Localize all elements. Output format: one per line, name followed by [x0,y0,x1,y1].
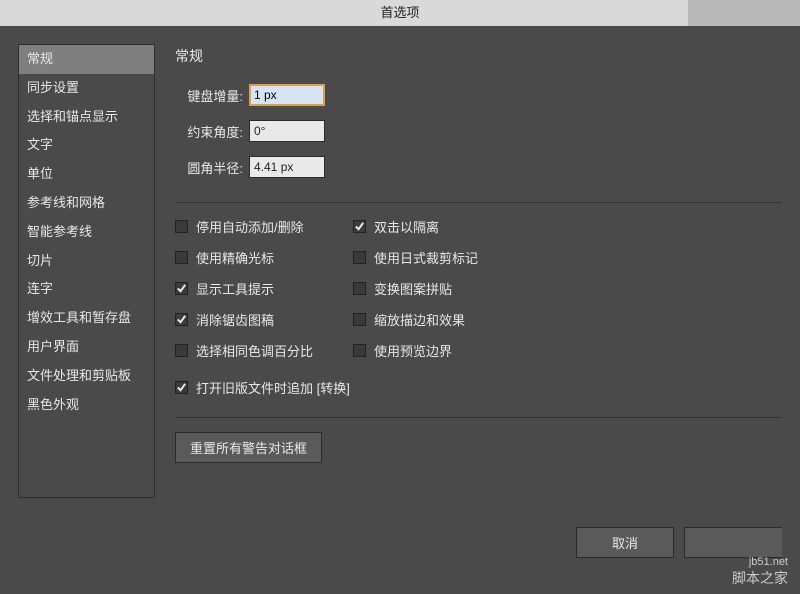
sidebar-item-6[interactable]: 智能参考线 [19,218,154,247]
corner-radius-input[interactable] [249,156,325,178]
check-left-2-checkbox[interactable] [175,282,188,295]
check-left-0-label: 停用自动添加/删除 [196,217,304,236]
check-right-3[interactable]: 缩放描边和效果 [353,310,478,329]
sidebar-item-7[interactable]: 切片 [19,247,154,276]
cancel-button[interactable]: 取消 [576,527,674,558]
corner-radius-label: 圆角半径: [175,158,243,177]
titlebar: 首选项 [0,0,800,26]
check-left-0[interactable]: 停用自动添加/删除 [175,217,313,236]
checks-left-col: 停用自动添加/删除使用精确光标显示工具提示消除锯齿图稿选择相同色调百分比 [175,217,313,360]
check-right-3-label: 缩放描边和效果 [374,310,465,329]
keyboard-increment-input[interactable] [249,84,325,106]
divider [175,202,782,203]
check-right-2[interactable]: 变换图案拼贴 [353,279,478,298]
check-left-0-checkbox[interactable] [175,220,188,233]
check-right-4-checkbox[interactable] [353,344,366,357]
check-right-0[interactable]: 双击以隔离 [353,217,478,236]
sidebar-item-10[interactable]: 用户界面 [19,333,154,362]
section-title: 常规 [175,46,782,66]
watermark-line2: 脚本之家 [732,568,788,588]
check-left-3[interactable]: 消除锯齿图稿 [175,310,313,329]
check-left-1-checkbox[interactable] [175,251,188,264]
check-right-2-label: 变换图案拼贴 [374,279,452,298]
check-left-4[interactable]: 选择相同色调百分比 [175,341,313,360]
field-keyboard-increment: 键盘增量: [175,84,782,106]
watermark: jb51.net 脚本之家 [732,556,788,588]
bottom-bar: 取消 [576,527,782,558]
check-left-2[interactable]: 显示工具提示 [175,279,313,298]
check-left-3-checkbox[interactable] [175,313,188,326]
main-panel: 常规 键盘增量: 约束角度: 圆角半径: 停用自动添加/删除使用精确光标显示工具… [155,44,782,498]
check-left-2-label: 显示工具提示 [196,279,274,298]
field-corner-radius: 圆角半径: [175,156,782,178]
check-left-1-label: 使用精确光标 [196,248,274,267]
checks-grid: 停用自动添加/删除使用精确光标显示工具提示消除锯齿图稿选择相同色调百分比 双击以… [175,217,782,360]
check-full-row: 打开旧版文件时追加 [转换] [175,378,782,397]
check-left-4-label: 选择相同色调百分比 [196,341,313,360]
checks-right-col: 双击以隔离使用日式裁剪标记变换图案拼贴缩放描边和效果使用预览边界 [353,217,478,360]
constrain-angle-label: 约束角度: [175,122,243,141]
fields-group: 键盘增量: 约束角度: 圆角半径: [175,84,782,178]
sidebar-item-4[interactable]: 单位 [19,160,154,189]
check-left-3-label: 消除锯齿图稿 [196,310,274,329]
content: 常规同步设置选择和锚点显示文字单位参考线和网格智能参考线切片连字增效工具和暂存盘… [0,26,800,498]
ok-button-partial[interactable] [684,527,782,558]
check-right-0-label: 双击以隔离 [374,217,439,236]
check-right-0-checkbox[interactable] [353,220,366,233]
check-right-1-checkbox[interactable] [353,251,366,264]
check-right-2-checkbox[interactable] [353,282,366,295]
check-full-0-label: 打开旧版文件时追加 [转换] [196,378,350,397]
check-right-1-label: 使用日式裁剪标记 [374,248,478,267]
keyboard-increment-label: 键盘增量: [175,86,243,105]
sidebar-item-9[interactable]: 增效工具和暂存盘 [19,304,154,333]
check-full-0-checkbox[interactable] [175,381,188,394]
divider-2 [175,417,782,418]
window-title: 首选项 [380,5,419,20]
check-right-4-label: 使用预览边界 [374,341,452,360]
check-left-1[interactable]: 使用精确光标 [175,248,313,267]
sidebar-item-12[interactable]: 黑色外观 [19,391,154,420]
sidebar-item-2[interactable]: 选择和锚点显示 [19,103,154,132]
field-constrain-angle: 约束角度: [175,120,782,142]
sidebar-item-0[interactable]: 常规 [19,45,154,74]
check-left-4-checkbox[interactable] [175,344,188,357]
check-full-0[interactable]: 打开旧版文件时追加 [转换] [175,378,782,397]
sidebar-item-1[interactable]: 同步设置 [19,74,154,103]
sidebar-item-8[interactable]: 连字 [19,275,154,304]
check-right-1[interactable]: 使用日式裁剪标记 [353,248,478,267]
check-right-4[interactable]: 使用预览边界 [353,341,478,360]
check-right-3-checkbox[interactable] [353,313,366,326]
reset-warnings-button[interactable]: 重置所有警告对话框 [175,432,322,463]
sidebar: 常规同步设置选择和锚点显示文字单位参考线和网格智能参考线切片连字增效工具和暂存盘… [18,44,155,498]
sidebar-item-3[interactable]: 文字 [19,131,154,160]
sidebar-item-11[interactable]: 文件处理和剪贴板 [19,362,154,391]
titlebar-right-block [688,0,800,26]
constrain-angle-input[interactable] [249,120,325,142]
sidebar-item-5[interactable]: 参考线和网格 [19,189,154,218]
